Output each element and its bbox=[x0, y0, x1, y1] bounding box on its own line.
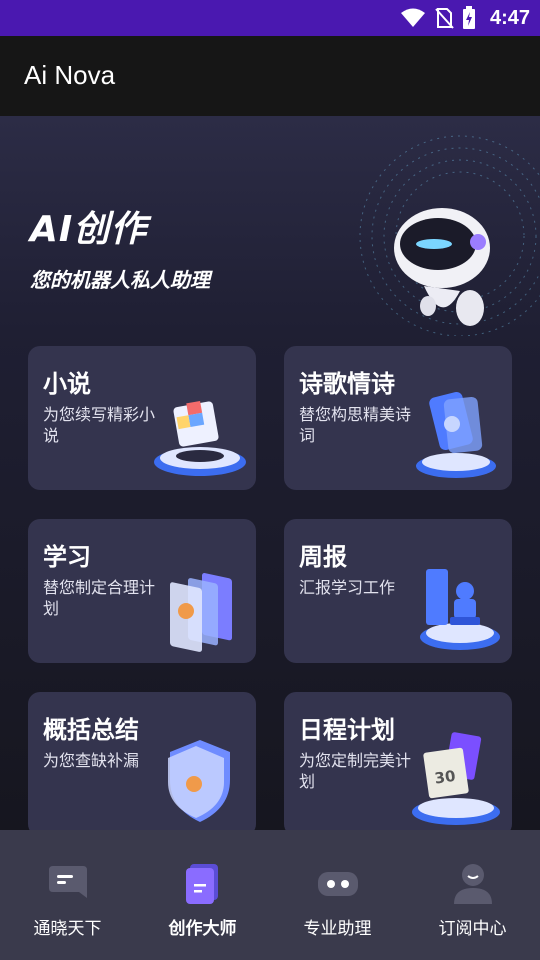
hero-subtitle: 您的机器人私人助理 bbox=[30, 268, 210, 292]
nav-item-creation[interactable]: 创作大师 bbox=[135, 830, 270, 960]
card-title: 概括总结 bbox=[43, 716, 139, 744]
wifi-icon bbox=[400, 8, 425, 27]
card-schedule[interactable]: 日程计划 为您定制完美计划 30 bbox=[284, 692, 512, 830]
status-bar: 4:47 bbox=[0, 0, 540, 36]
panels-icon bbox=[170, 573, 232, 652]
battery-charging-icon bbox=[462, 6, 475, 29]
nav-label: 通晓天下 bbox=[33, 919, 102, 939]
card-title: 周报 bbox=[299, 543, 347, 571]
calendar-badge: 30 bbox=[433, 767, 456, 788]
document-icon bbox=[186, 864, 218, 904]
main-content[interactable]: AI创作 您的机器人私人助理 小说 为您续写精彩小说 诗歌情诗 替您构思精美诗词… bbox=[0, 116, 540, 830]
status-time: 4:47 bbox=[489, 6, 530, 29]
card-title: 学习 bbox=[43, 543, 91, 571]
no-sim-icon bbox=[435, 8, 454, 29]
card-poetry[interactable]: 诗歌情诗 替您构思精美诗词 bbox=[284, 346, 512, 490]
chat-bubble-icon bbox=[49, 866, 87, 898]
card-desc: 为您续写精彩小说 bbox=[43, 405, 156, 445]
cube-platform-icon bbox=[154, 400, 246, 476]
card-novel[interactable]: 小说 为您续写精彩小说 bbox=[28, 346, 256, 490]
bottom-nav: 通晓天下 创作大师 专业助理 订阅中心 bbox=[0, 830, 540, 960]
card-desc: 汇报学习工作 bbox=[299, 578, 396, 597]
card-study[interactable]: 学习 替您制定合理计划 bbox=[28, 519, 256, 663]
shield-icon bbox=[168, 740, 230, 822]
app-title: Ai Nova bbox=[24, 60, 116, 90]
nav-label: 订阅中心 bbox=[438, 919, 507, 939]
nav-item-subscription[interactable]: 订阅中心 bbox=[405, 830, 540, 960]
card-summary[interactable]: 概括总结 为您查缺补漏 bbox=[28, 692, 256, 830]
card-desc: 为您定制完美计划 bbox=[299, 751, 412, 791]
hero-title: AI创作 bbox=[30, 209, 148, 250]
stamp-platform-icon bbox=[420, 569, 500, 650]
person-icon bbox=[454, 864, 492, 904]
card-weekly-report[interactable]: 周报 汇报学习工作 bbox=[284, 519, 512, 663]
nav-label: 专业助理 bbox=[303, 919, 372, 939]
card-title: 小说 bbox=[43, 370, 91, 398]
nav-item-assistant[interactable]: 专业助理 bbox=[270, 830, 405, 960]
app-bar: Ai Nova bbox=[0, 36, 540, 116]
card-desc: 为您查缺补漏 bbox=[43, 751, 140, 770]
nav-label: 创作大师 bbox=[168, 919, 237, 939]
card-desc: 替您制定合理计划 bbox=[43, 578, 156, 618]
robot-face-icon bbox=[318, 872, 358, 896]
nav-item-news[interactable]: 通晓天下 bbox=[0, 830, 135, 960]
hero-banner: AI创作 您的机器人私人助理 bbox=[0, 116, 540, 336]
card-title: 诗歌情诗 bbox=[299, 370, 395, 398]
card-title: 日程计划 bbox=[299, 716, 395, 744]
robot-illustration bbox=[359, 135, 540, 336]
card-desc: 替您构思精美诗词 bbox=[299, 405, 412, 445]
phone-platform-icon bbox=[416, 391, 496, 478]
calendar-platform-icon: 30 bbox=[412, 732, 500, 825]
